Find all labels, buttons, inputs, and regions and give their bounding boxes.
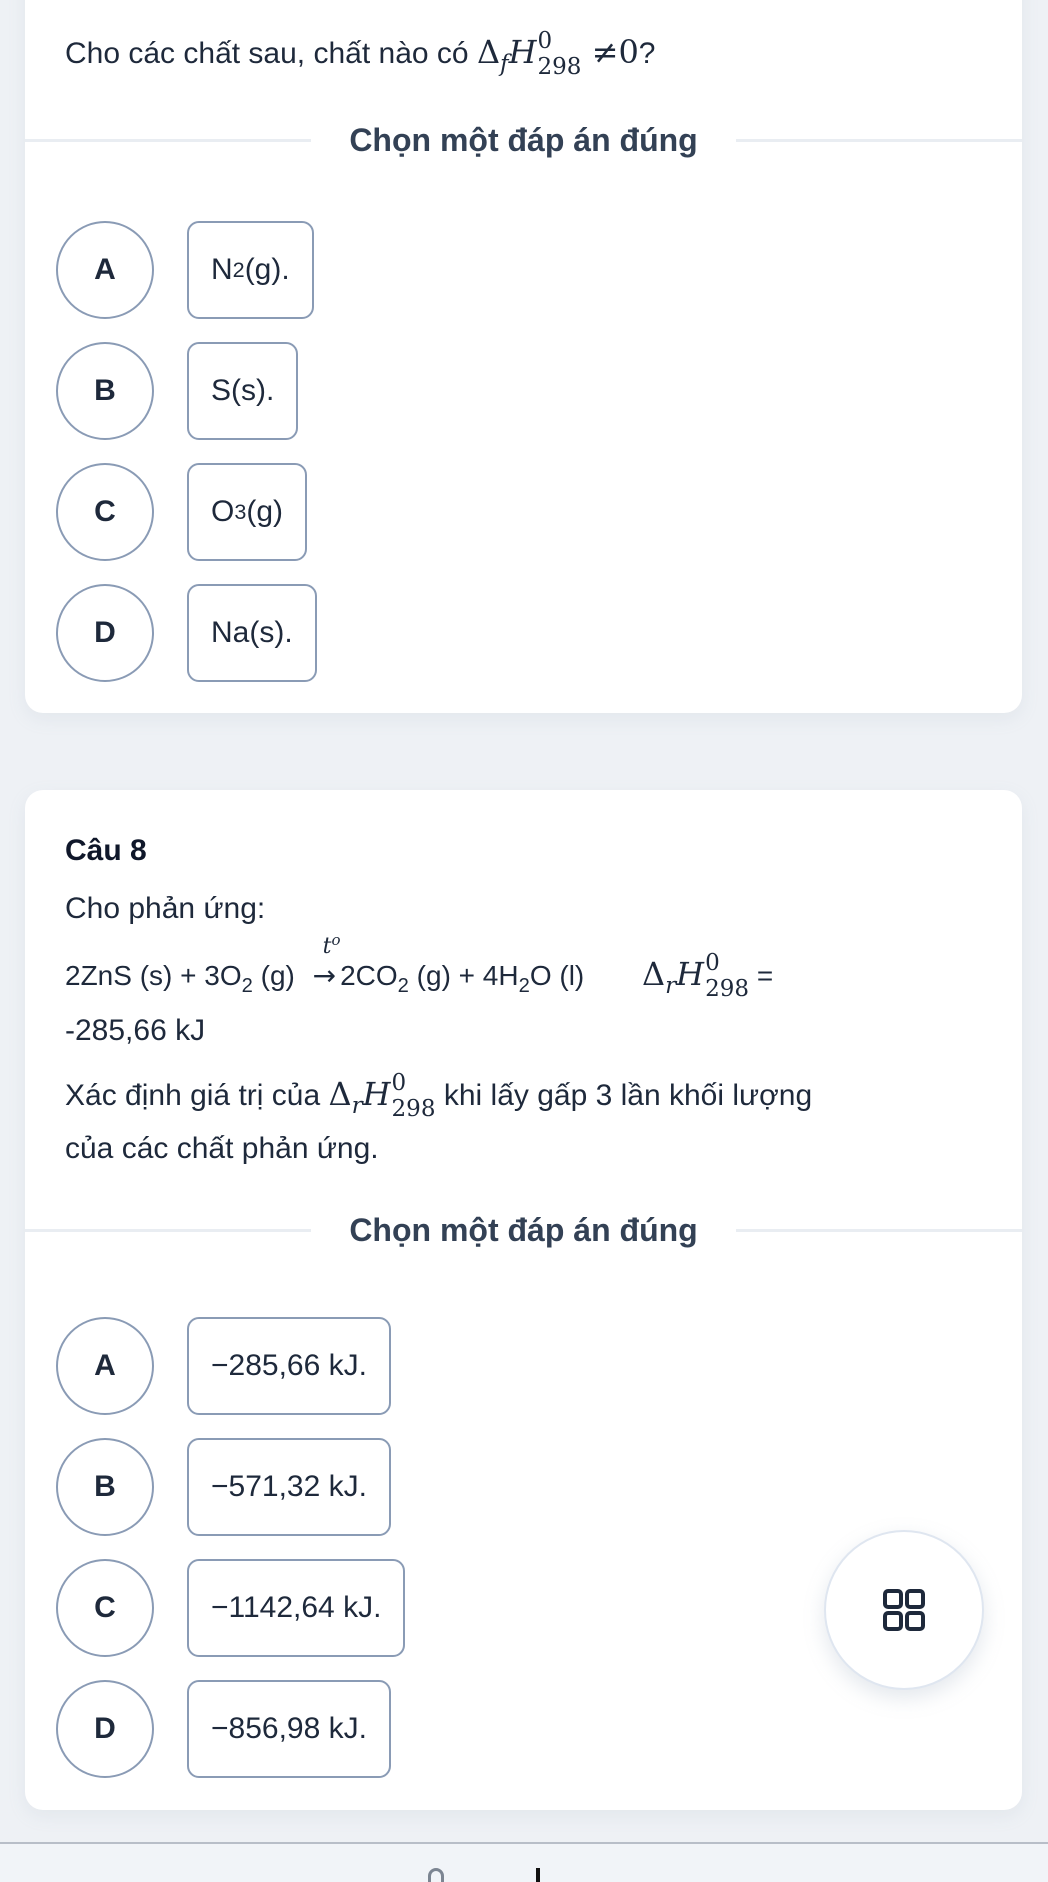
prompt-text: Cho các chất sau, chất nào có — [65, 37, 469, 70]
option-letter[interactable]: C — [56, 463, 154, 561]
formula: S(s). — [211, 374, 275, 407]
arrow-icon: → — [312, 959, 337, 992]
subscript: 298 — [705, 975, 750, 1002]
degree: o — [331, 931, 341, 949]
question-8-prompt: Xác định giá trị của ΔrH 0 298 khi lấy gấp… — [65, 1070, 812, 1124]
divider-line — [25, 138, 312, 142]
divider-line — [735, 1228, 1023, 1232]
sub: 2 — [518, 975, 530, 998]
choose-divider: Chọn một đáp án đúng — [25, 1210, 1023, 1250]
option-b[interactable]: B S(s). — [56, 342, 299, 440]
grid-icon — [883, 1589, 925, 1631]
equals: = — [756, 960, 774, 991]
H-symbol: H — [508, 33, 537, 71]
reaction-arrow: to → — [312, 931, 341, 997]
sup-sub: 0 298 — [705, 952, 749, 1000]
not-equal: ≠ — [591, 33, 619, 71]
sub-r: r — [351, 1093, 363, 1120]
divider-line — [735, 138, 1023, 142]
delta-symbol: Δ — [328, 1075, 352, 1113]
rhs: 0 — [618, 33, 639, 71]
sub: 2 — [241, 975, 253, 998]
arrow-label: to — [323, 929, 341, 963]
option-content[interactable]: Na(s). — [187, 584, 317, 682]
question-mark: ? — [638, 37, 656, 70]
bottom-navigation-bar — [0, 1842, 1048, 1882]
formula: O — [211, 495, 235, 528]
subscript: 298 — [537, 53, 582, 80]
question-7-title: Câu 7 — [65, 0, 147, 4]
question-grid-button[interactable] — [824, 1530, 984, 1690]
formula: Na(s). — [211, 616, 293, 649]
prompt-text: Xác định giá trị của — [65, 1079, 321, 1112]
reactants: 2ZnS (s) + 3O — [65, 960, 242, 991]
option-letter[interactable]: D — [56, 584, 154, 682]
option-content[interactable]: −856,98 kJ. — [187, 1680, 391, 1778]
question-7-prompt: Cho các chất sau, chất nào có ΔfH 0 298 ≠0… — [65, 28, 655, 82]
product-1: 2CO — [340, 960, 398, 991]
option-content[interactable]: N 2 (g). — [187, 221, 314, 319]
option-letter[interactable]: B — [56, 342, 154, 440]
question-8-title: Câu 8 — [65, 834, 147, 867]
subscript: 298 — [391, 1095, 436, 1122]
question-card-7: Câu 7 Cho các chất sau, chất nào có ΔfH0… — [25, 0, 1023, 713]
formula: N — [211, 253, 233, 286]
enthalpy-formula: ΔrH 0 298 — [642, 952, 749, 1000]
choose-label: Chọn một đáp án đúng — [349, 121, 698, 158]
delta-symbol: Δ — [642, 955, 666, 993]
option-c[interactable]: C −1142,64 kJ. — [56, 1559, 406, 1657]
nav-icon[interactable] — [536, 1868, 540, 1882]
enthalpy-formula: ΔrH 0 298 — [328, 1072, 436, 1120]
enthalpy-formula: ΔfH 0 298 ≠0 — [476, 30, 639, 78]
option-content[interactable]: −285,66 kJ. — [187, 1317, 391, 1415]
question-8-intro: Cho phản ứng: — [65, 892, 266, 925]
enthalpy-value: -285,66 kJ — [65, 1014, 206, 1047]
superscript: 0 — [705, 950, 720, 977]
option-letter[interactable]: A — [56, 221, 154, 319]
delta-symbol: Δ — [476, 33, 501, 71]
formula-rest: (g) — [246, 495, 284, 528]
H-symbol: H — [676, 955, 705, 993]
sup-sub: 0 298 — [537, 30, 581, 78]
option-content[interactable]: S(s). — [187, 342, 299, 440]
sup-sub: 0 298 — [392, 1072, 436, 1120]
formula-sub: 2 — [232, 257, 245, 282]
option-content[interactable]: O 3 (g) — [187, 463, 308, 561]
option-letter[interactable]: B — [56, 1438, 154, 1536]
option-b[interactable]: B −571,32 kJ. — [56, 1438, 391, 1536]
sub: 2 — [397, 975, 409, 998]
nav-icon[interactable] — [428, 1868, 444, 1882]
option-c[interactable]: C O 3 (g) — [56, 463, 308, 561]
option-d[interactable]: D −856,98 kJ. — [56, 1680, 391, 1778]
state: O (l) — [529, 960, 585, 991]
option-content[interactable]: −571,32 kJ. — [187, 1438, 391, 1536]
state: (g) — [252, 960, 295, 991]
option-letter[interactable]: C — [56, 1559, 154, 1657]
sub-f: f — [500, 51, 509, 78]
reaction-equation: 2ZnS (s) + 3O2 (g) to → 2CO2 (g) + 4H2O … — [65, 931, 774, 1004]
formula-rest: (g). — [244, 253, 290, 286]
formula-sub: 3 — [234, 499, 247, 524]
prompt-text: khi lấy gấp 3 lần khối lượng — [443, 1079, 813, 1112]
question-8-prompt-line2: của các chất phản ứng. — [65, 1132, 379, 1165]
option-letter[interactable]: A — [56, 1317, 154, 1415]
H-symbol: H — [362, 1075, 391, 1113]
option-d[interactable]: D Na(s). — [56, 584, 317, 682]
superscript: 0 — [391, 1070, 407, 1097]
option-letter[interactable]: D — [56, 1680, 154, 1778]
option-a[interactable]: A N 2 (g). — [56, 221, 314, 319]
option-content[interactable]: −1142,64 kJ. — [187, 1559, 406, 1657]
divider-line — [25, 1228, 312, 1232]
superscript: 0 — [537, 28, 553, 55]
product-2: (g) + 4H — [408, 960, 519, 991]
choose-divider: Chọn một đáp án đúng — [25, 120, 1023, 160]
option-a[interactable]: A −285,66 kJ. — [56, 1317, 391, 1415]
choose-label: Chọn một đáp án đúng — [349, 1211, 698, 1248]
sub-r: r — [665, 973, 677, 1000]
